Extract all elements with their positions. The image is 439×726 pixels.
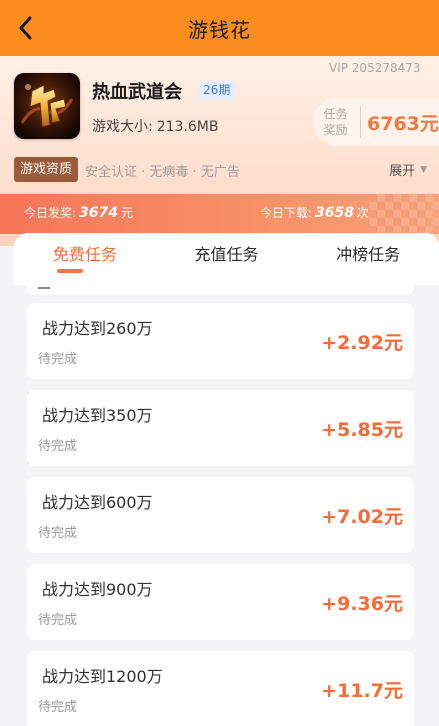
active-tab-indicator [57, 269, 83, 273]
tab-free-tasks[interactable]: 免费任务 [14, 233, 156, 285]
page-title: 游钱花 [188, 17, 251, 42]
task-status: 待完成 [38, 526, 78, 541]
expand-button[interactable]: 展开 ▼ [389, 160, 427, 179]
task-reward: +11.7元 [321, 680, 403, 702]
task-status: 待完成 [38, 700, 78, 715]
top-bar: 游钱花 [0, 0, 439, 56]
today-payout: 今日发奖: 3674 元 [24, 204, 133, 221]
download-label: 今日下载: [260, 206, 313, 220]
task-reward: +7.02元 [321, 506, 403, 528]
task-item[interactable]: 战力达到350万 待完成 +5.85元 [27, 390, 414, 466]
payout-value: 3674 [79, 205, 119, 221]
download-unit: 次 [357, 206, 370, 220]
task-item[interactable]: 战力达到600万 待完成 +7.02元 [27, 477, 414, 553]
task-status: 待完成 [38, 352, 78, 367]
partial-task-card [27, 281, 414, 295]
task-tabs: 免费任务 充值任务 冲榜任务 [14, 233, 439, 285]
expand-label: 展开 [389, 164, 416, 179]
task-item[interactable]: 战力达到900万 待完成 +9.36元 [27, 564, 414, 640]
task-reward: +9.36元 [321, 593, 403, 615]
game-title: 热血武道会 [92, 82, 182, 103]
today-downloads: 今日下载: 3658 次 [260, 204, 369, 221]
reward-label-line2: 奖励 [323, 123, 348, 137]
task-title: 战力达到900万 [42, 580, 153, 599]
task-status: 待完成 [38, 439, 78, 454]
task-title: 战力达到350万 [42, 406, 153, 425]
game-logo [14, 73, 80, 139]
reward-label-line1: 任务 [323, 107, 348, 121]
qualification-row: 游戏资质 安全认证 · 无病毒 · 无广告 展开 ▼ [14, 157, 427, 182]
download-value: 3658 [315, 205, 355, 221]
size-value: 213.6MB [156, 119, 219, 135]
payout-unit: 元 [121, 206, 134, 220]
size-label: 游戏大小: [92, 119, 153, 135]
task-reward: +2.92元 [321, 332, 403, 354]
caret-down-icon: ▼ [420, 164, 427, 175]
chevron-left-icon [19, 16, 32, 40]
reward-label: 任务 奖励 [313, 106, 361, 138]
task-item[interactable]: 战力达到260万 待完成 +2.92元 [27, 303, 414, 379]
stats-pattern [369, 194, 439, 234]
task-title: 战力达到260万 [42, 319, 153, 338]
task-title: 战力达到600万 [42, 493, 153, 512]
tab-ranking-tasks[interactable]: 冲榜任务 [297, 233, 439, 285]
payout-label: 今日发奖: [24, 206, 77, 220]
partial-task-mark [38, 287, 50, 289]
reward-amount: 6763元 [367, 112, 439, 135]
task-item[interactable]: 战力达到1200万 待完成 +11.7元 [27, 651, 414, 726]
qualification-chip: 游戏资质 [14, 157, 79, 182]
task-reward-box: 任务 奖励 6763元 [313, 98, 439, 146]
back-button[interactable] [8, 10, 42, 46]
task-status: 待完成 [38, 613, 78, 628]
game-size: 游戏大小: 213.6MB [92, 116, 218, 136]
task-title: 战力达到1200万 [42, 667, 163, 686]
task-reward: +5.85元 [321, 419, 403, 441]
period-badge: 26期 [198, 81, 236, 100]
tab-recharge-tasks[interactable]: 充值任务 [156, 233, 298, 285]
vip-id: VIP 205278473 [329, 61, 421, 75]
qualification-desc: 安全认证 · 无病毒 · 无广告 [85, 165, 240, 180]
